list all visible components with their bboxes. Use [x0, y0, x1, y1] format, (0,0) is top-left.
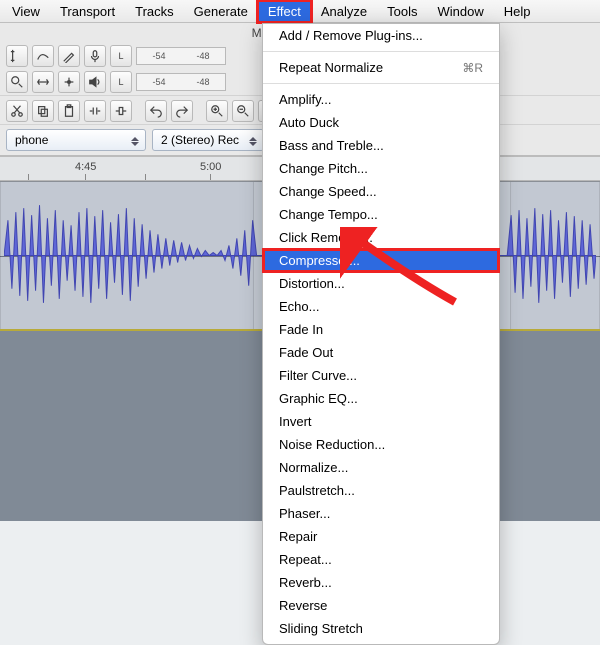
menu-item-label: Filter Curve... [279, 368, 357, 383]
zoom-out-icon[interactable] [232, 100, 254, 122]
redo-icon[interactable] [171, 100, 193, 122]
envelope-tool-icon[interactable] [32, 45, 54, 67]
menu-item-reverb[interactable]: Reverb... [263, 571, 499, 594]
menu-item-label: Fade In [279, 322, 323, 337]
menu-item-change-tempo[interactable]: Change Tempo... [263, 203, 499, 226]
menu-item-label: Graphic EQ... [279, 391, 358, 406]
channels-select[interactable]: 2 (Stereo) Rec [152, 129, 264, 151]
menu-item-compressor[interactable]: Compressor... [263, 249, 499, 272]
menu-item-label: Normalize... [279, 460, 348, 475]
menu-item-paulstretch[interactable]: Paulstretch... [263, 479, 499, 502]
speaker-icon[interactable] [84, 71, 106, 93]
menu-item-label: Change Speed... [279, 184, 377, 199]
paste-icon[interactable] [58, 100, 80, 122]
menu-item-label: Repair [279, 529, 317, 544]
menu-item-noise-reduction[interactable]: Noise Reduction... [263, 433, 499, 456]
meter-play-l: L [110, 71, 132, 93]
menu-item-label: Amplify... [279, 92, 332, 107]
timeline-mark: 5:00 [200, 161, 221, 173]
menu-item-change-pitch[interactable]: Change Pitch... [263, 157, 499, 180]
menu-item-label: Sliding Stretch [279, 621, 363, 636]
menu-tracks[interactable]: Tracks [125, 1, 184, 22]
timeshift-tool-icon[interactable] [32, 71, 54, 93]
menu-item-label: Click Removal... [279, 230, 373, 245]
meter-tick: -48 [196, 51, 209, 61]
menu-item-label: Bass and Treble... [279, 138, 384, 153]
menubar: View Transport Tracks Generate Effect An… [0, 0, 600, 23]
trim-icon[interactable] [84, 100, 106, 122]
menu-item-label: Reverb... [279, 575, 332, 590]
menu-item-fade-in[interactable]: Fade In [263, 318, 499, 341]
meter-rec-l: L [110, 45, 132, 67]
menu-item-label: Reverse [279, 598, 327, 613]
zoom-tool-icon[interactable] [6, 71, 28, 93]
menu-generate[interactable]: Generate [184, 1, 258, 22]
menu-item-label: Phaser... [279, 506, 330, 521]
menu-item-echo[interactable]: Echo... [263, 295, 499, 318]
menu-item-label: Echo... [279, 299, 319, 314]
menu-tools[interactable]: Tools [377, 1, 427, 22]
menu-item-graphic-eq[interactable]: Graphic EQ... [263, 387, 499, 410]
copy-icon[interactable] [32, 100, 54, 122]
menu-item-filter-curve[interactable]: Filter Curve... [263, 364, 499, 387]
timeline-mark: 4:45 [75, 161, 96, 173]
zoom-in-icon[interactable] [206, 100, 228, 122]
menu-separator [263, 83, 499, 84]
menu-item-label: Paulstretch... [279, 483, 355, 498]
chevron-updown-icon [129, 134, 141, 148]
menu-item-label: Change Pitch... [279, 161, 368, 176]
menu-item-change-speed[interactable]: Change Speed... [263, 180, 499, 203]
menu-item-label: Add / Remove Plug-ins... [279, 28, 423, 43]
menu-item-normalize[interactable]: Normalize... [263, 456, 499, 479]
menu-item-auto-duck[interactable]: Auto Duck [263, 111, 499, 134]
menu-item-label: Noise Reduction... [279, 437, 385, 452]
cut-icon[interactable] [6, 100, 28, 122]
menu-shortcut: ⌘R [462, 61, 483, 75]
menu-item-repeat-last[interactable]: Repeat Normalize ⌘R [263, 56, 499, 79]
menu-item-phaser[interactable]: Phaser... [263, 502, 499, 525]
menu-item-label: Repeat... [279, 552, 332, 567]
draw-tool-icon[interactable] [58, 45, 80, 67]
menu-item-amplify[interactable]: Amplify... [263, 88, 499, 111]
chevron-updown-icon [247, 134, 259, 148]
menu-view[interactable]: View [2, 1, 50, 22]
microphone-icon[interactable] [84, 45, 106, 67]
menu-item-label: Distortion... [279, 276, 345, 291]
meter-tick: -54 [152, 77, 165, 87]
menu-analyze[interactable]: Analyze [311, 1, 377, 22]
menu-item-bass-and-treble[interactable]: Bass and Treble... [263, 134, 499, 157]
menu-item-fade-out[interactable]: Fade Out [263, 341, 499, 364]
undo-icon[interactable] [145, 100, 167, 122]
multi-tool-icon[interactable] [58, 71, 80, 93]
recording-meter[interactable]: -54 -48 [136, 47, 226, 65]
meter-tick: -48 [196, 77, 209, 87]
menu-window[interactable]: Window [427, 1, 493, 22]
effect-dropdown: Add / Remove Plug-ins... Repeat Normaliz… [262, 23, 500, 645]
menu-effect[interactable]: Effect [258, 1, 311, 22]
channels-value: 2 (Stereo) Rec [161, 133, 239, 147]
menu-help[interactable]: Help [494, 1, 541, 22]
menu-item-repeat[interactable]: Repeat... [263, 548, 499, 571]
menu-item-repair[interactable]: Repair [263, 525, 499, 548]
menu-item-label: Fade Out [279, 345, 333, 360]
menu-item-label: Compressor... [279, 253, 360, 268]
menu-item-reverse[interactable]: Reverse [263, 594, 499, 617]
menu-item-distortion[interactable]: Distortion... [263, 272, 499, 295]
menu-item-click-removal[interactable]: Click Removal... [263, 226, 499, 249]
menu-transport[interactable]: Transport [50, 1, 125, 22]
selection-tool-icon[interactable] [6, 45, 28, 67]
playback-meter[interactable]: -54 -48 [136, 73, 226, 91]
meter-tick: -54 [152, 51, 165, 61]
menu-item-add-remove-plugins[interactable]: Add / Remove Plug-ins... [263, 24, 499, 47]
menu-separator [263, 51, 499, 52]
menu-item-label: Auto Duck [279, 115, 339, 130]
menu-item-label: Change Tempo... [279, 207, 378, 222]
menu-item-invert[interactable]: Invert [263, 410, 499, 433]
output-device-select[interactable]: phone [6, 129, 146, 151]
menu-item-label: Invert [279, 414, 312, 429]
menu-item-sliding-stretch[interactable]: Sliding Stretch [263, 617, 499, 640]
output-device-value: phone [15, 133, 48, 147]
silence-icon[interactable] [110, 100, 132, 122]
menu-item-label: Repeat Normalize [279, 60, 383, 75]
